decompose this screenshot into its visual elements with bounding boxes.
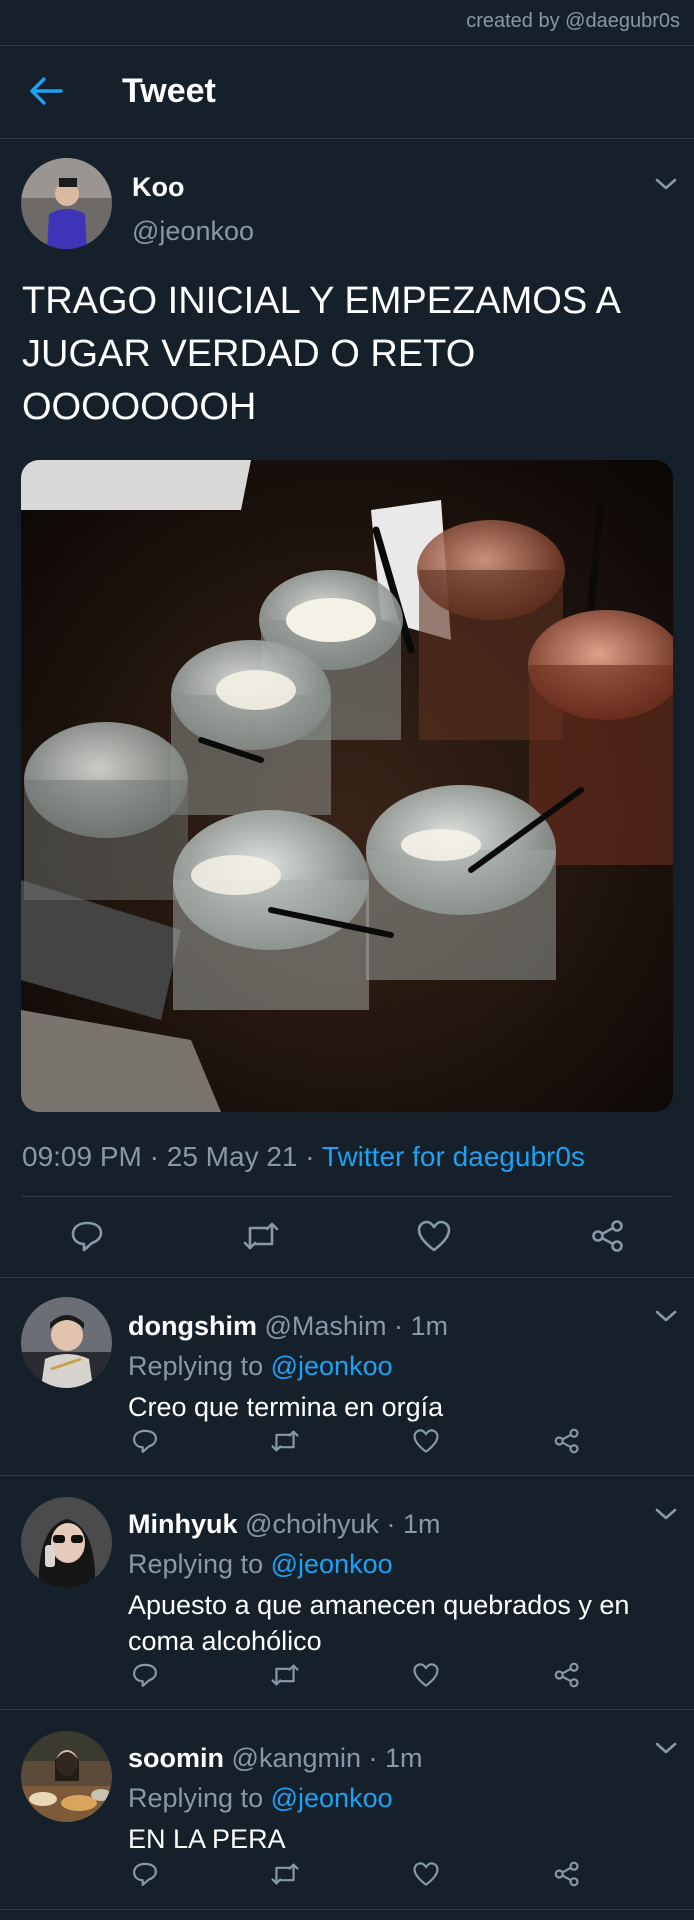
share-icon[interactable] [553, 1427, 581, 1455]
replying-to: Replying to @jeonkoo [128, 1783, 393, 1814]
top-bar: Tweet [0, 46, 694, 138]
reply-time: · 1m [368, 1743, 423, 1773]
reply-tweet[interactable]: dongshim @Mashim · 1m Replying to @jeonk… [0, 1277, 694, 1475]
tweet-photo[interactable] [21, 460, 673, 1112]
reply-header: dongshim @Mashim · 1m [128, 1311, 448, 1342]
reply-author-handle[interactable]: @Mashim [265, 1311, 387, 1341]
reply-text: Creo que termina en orgía [128, 1392, 444, 1422]
avatar[interactable] [21, 158, 112, 249]
divider [0, 1909, 694, 1910]
replying-to: Replying to @jeonkoo [128, 1351, 393, 1382]
author-name[interactable]: Koo [132, 172, 184, 203]
chevron-down-icon[interactable] [653, 1505, 679, 1523]
chevron-down-icon[interactable] [653, 175, 679, 193]
tweet-date: 25 May 21 [166, 1141, 298, 1172]
reply-author-name[interactable]: soomin [128, 1743, 224, 1773]
reply-author-name[interactable]: dongshim [128, 1311, 257, 1341]
retweet-icon[interactable] [270, 1661, 300, 1689]
like-icon[interactable] [412, 1861, 440, 1887]
divider [22, 1196, 672, 1197]
tweet-text: TRAGO INICIAL Y EMPEZAMOS A JUGAR VERDAD… [22, 280, 619, 428]
photo-drinks-image [21, 460, 673, 1112]
credit-label: created by @daegubr0s [466, 10, 680, 32]
share-icon[interactable] [553, 1661, 581, 1689]
reply-author-handle[interactable]: @kangmin [232, 1743, 361, 1773]
tweet-time: 09:09 PM [22, 1141, 142, 1172]
like-icon[interactable] [416, 1219, 452, 1253]
page-title: Tweet [122, 72, 216, 110]
reply-tweet[interactable]: soomin @kangmin · 1m Replying to @jeonko… [0, 1709, 694, 1909]
arrow-left-icon[interactable] [28, 76, 64, 106]
author-handle[interactable]: @jeonkoo [132, 216, 254, 247]
separator: · [297, 1141, 322, 1172]
share-icon[interactable] [590, 1218, 626, 1254]
reply-text: Apuesto a que amanecen quebrados y en co… [128, 1590, 630, 1656]
replying-to-label: Replying to [128, 1351, 264, 1381]
replying-to-link[interactable]: @jeonkoo [271, 1351, 393, 1381]
replying-to-label: Replying to [128, 1549, 264, 1579]
replying-to: Replying to @jeonkoo [128, 1549, 393, 1580]
like-icon[interactable] [412, 1428, 440, 1454]
retweet-icon[interactable] [242, 1218, 280, 1254]
replying-to-label: Replying to [128, 1783, 264, 1813]
reply-author-name[interactable]: Minhyuk [128, 1509, 238, 1539]
avatar[interactable] [21, 1497, 112, 1588]
reply-icon[interactable] [131, 1427, 159, 1455]
separator: · [141, 1141, 167, 1172]
tweet-meta: 09:09 PM · 25 May 21 · Twitter for daegu… [22, 1141, 585, 1173]
reply-text: EN LA PERA [128, 1824, 286, 1854]
avatar[interactable] [21, 1297, 112, 1388]
retweet-icon[interactable] [270, 1860, 300, 1888]
divider [0, 138, 694, 139]
tweet-source-link[interactable]: Twitter for daegubr0s [322, 1141, 585, 1172]
chevron-down-icon[interactable] [653, 1307, 679, 1325]
reply-author-handle[interactable]: @choihyuk [245, 1509, 379, 1539]
replying-to-link[interactable]: @jeonkoo [271, 1783, 393, 1813]
reply-icon[interactable] [69, 1218, 105, 1254]
replying-to-link[interactable]: @jeonkoo [271, 1549, 393, 1579]
reply-header: soomin @kangmin · 1m [128, 1743, 423, 1774]
retweet-icon[interactable] [270, 1427, 300, 1455]
reply-header: Minhyuk @choihyuk · 1m [128, 1509, 441, 1540]
reply-icon[interactable] [131, 1860, 159, 1888]
avatar[interactable] [21, 1731, 112, 1822]
chevron-down-icon[interactable] [653, 1739, 679, 1757]
reply-tweet[interactable]: Minhyuk @choihyuk · 1m Replying to @jeon… [0, 1475, 694, 1709]
like-icon[interactable] [412, 1662, 440, 1688]
reply-time: · 1m [386, 1509, 441, 1539]
reply-icon[interactable] [131, 1661, 159, 1689]
reply-time: · 1m [393, 1311, 448, 1341]
share-icon[interactable] [553, 1860, 581, 1888]
